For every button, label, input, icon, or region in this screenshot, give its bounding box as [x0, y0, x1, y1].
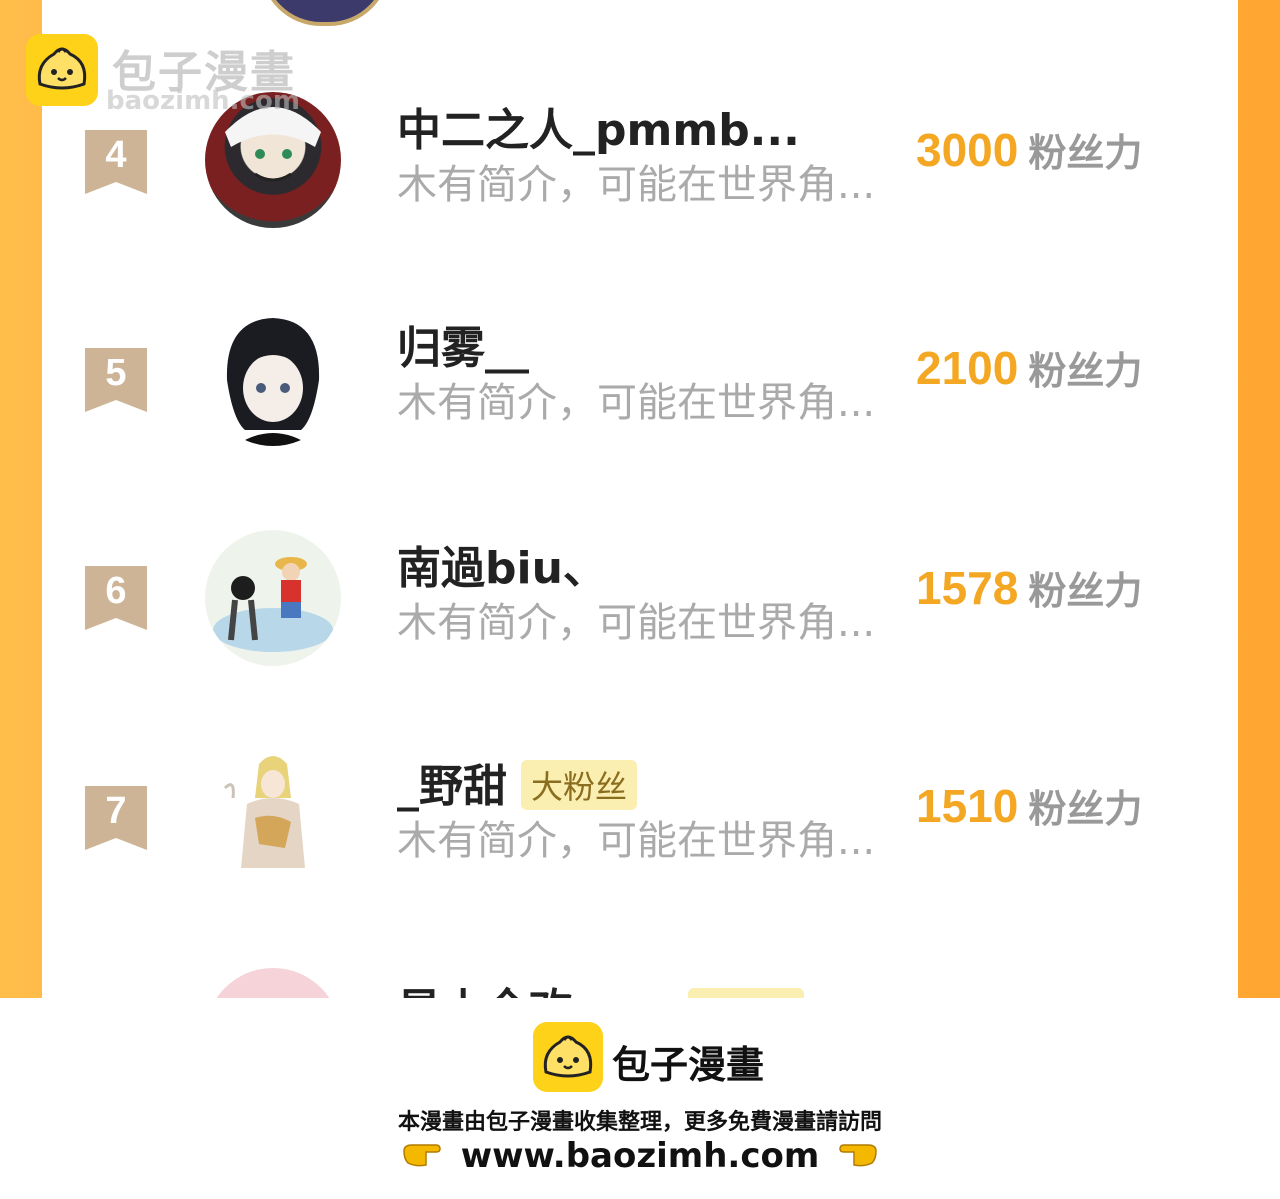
watermark-url: baozimh.com [106, 86, 300, 116]
fans-number: 2100 [916, 342, 1019, 394]
rank-ribbon-icon: 4 [85, 130, 147, 194]
rank-row[interactable]: 7 _野甜 大粉丝 木有简介，可能在世界角... 1510 粉丝力 [0, 748, 1280, 928]
footer-notice: 本漫畫由包子漫畫收集整理，更多免費漫畫請訪問 [397, 1110, 882, 1135]
fans-unit: 粉丝力 [1028, 131, 1143, 175]
fans-unit: 粉丝力 [1028, 349, 1143, 393]
rank-row-partial[interactable]: 星小全欢 大粉丝 [0, 968, 1280, 998]
rank-row[interactable]: 5 归雾__ 木有简介，可能在世界角... 2100 粉丝力 [0, 310, 1280, 490]
bun-logo-icon [533, 1022, 603, 1092]
avatar-partial-top [260, 0, 390, 26]
user-name[interactable]: 归雾__ [397, 312, 529, 376]
footer-url-row: www.baozimh.com [0, 1136, 1280, 1176]
user-name[interactable]: 星小全欢 [397, 974, 573, 998]
fans-number: 3000 [916, 124, 1019, 176]
fans-unit: 粉丝力 [1028, 569, 1143, 613]
footer-brand: 包子漫畫 [612, 1043, 765, 1087]
rank-row[interactable]: 4 中二之人_pmmb... 木有简介，可能在世界角... 3000 粉丝力 [0, 92, 1280, 272]
big-fan-badge: 大粉丝 [688, 988, 805, 998]
rank-number: 4 [105, 134, 127, 176]
rank-row[interactable]: 6 南過biu、 木有简介，可能在世界角... 1578 粉丝力 [0, 530, 1280, 710]
user-name[interactable]: 中二之人_pmmb... [397, 94, 800, 158]
pointing-right-hand-icon [402, 1139, 442, 1173]
fans-score: 1510 粉丝力 [916, 778, 1142, 833]
fans-score: 1578 粉丝力 [916, 560, 1142, 615]
footer-url-link[interactable]: www.baozimh.com [461, 1136, 820, 1176]
avatar[interactable] [205, 968, 341, 998]
rank-ribbon-icon: 7 [85, 786, 147, 850]
user-name-text: _野甜 [397, 761, 507, 812]
user-bio: 木有简介，可能在世界角... [397, 162, 876, 208]
fans-score: 2100 粉丝力 [916, 340, 1142, 395]
fans-number: 1510 [916, 780, 1019, 832]
rank-ribbon-icon: 6 [85, 566, 147, 630]
avatar[interactable] [205, 530, 341, 666]
user-bio: 木有简介，可能在世界角... [397, 380, 876, 426]
pointing-left-hand-icon [838, 1139, 878, 1173]
user-bio: 木有简介，可能在世界角... [397, 818, 876, 864]
rank-ribbon-icon: 5 [85, 348, 147, 412]
avatar[interactable] [205, 748, 341, 884]
site-footer: 包子漫畫 本漫畫由包子漫畫收集整理，更多免費漫畫請訪問 www.baozimh.… [0, 998, 1280, 1199]
bun-logo-icon [26, 34, 98, 106]
fans-number: 1578 [916, 562, 1019, 614]
user-name[interactable]: _野甜 大粉丝 [397, 750, 638, 814]
watermark: 包子漫畫 baozimh.com [26, 34, 326, 116]
fans-score: 3000 粉丝力 [916, 122, 1142, 177]
avatar[interactable] [205, 310, 341, 446]
fans-unit: 粉丝力 [1028, 787, 1143, 831]
ranking-frame: 包子漫畫 baozimh.com 4 中二之人_pmmb... 木有简介，可能在… [0, 0, 1280, 998]
rank-number: 7 [105, 790, 127, 832]
user-name[interactable]: 南過biu、 [397, 532, 607, 596]
big-fan-badge: 大粉丝 [521, 760, 638, 810]
rank-number: 5 [105, 352, 127, 394]
rank-number: 6 [105, 570, 127, 612]
user-bio: 木有简介，可能在世界角... [397, 600, 876, 646]
